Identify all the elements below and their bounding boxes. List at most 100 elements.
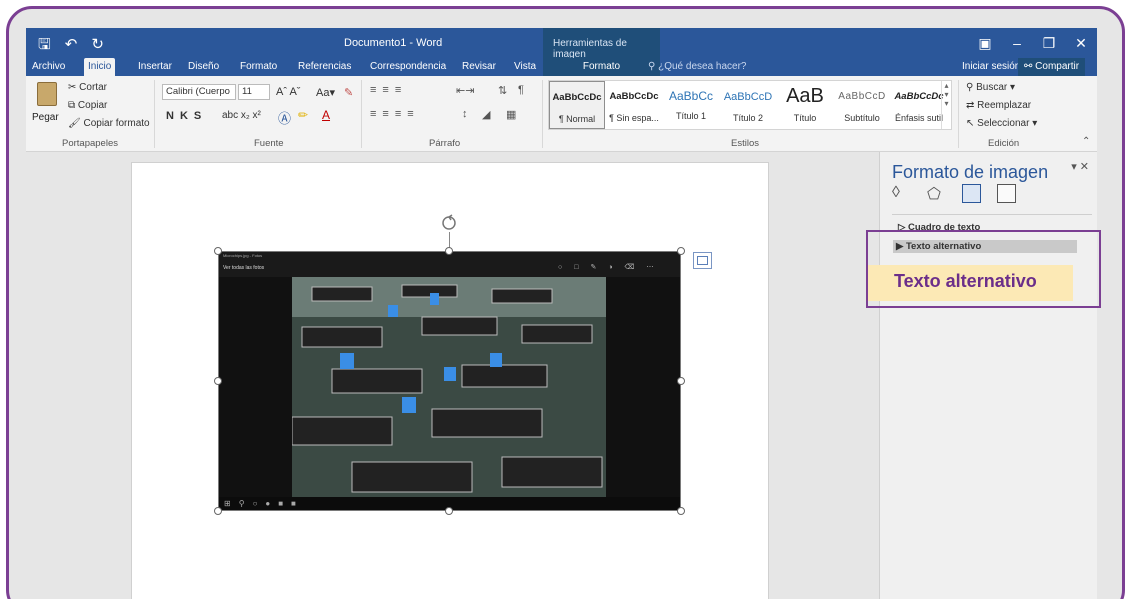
effects-icon[interactable]: ⬠ — [927, 184, 946, 203]
resize-handle[interactable] — [445, 507, 453, 515]
tab-referencias[interactable]: Referencias — [294, 58, 355, 76]
pane-divider — [892, 214, 1092, 215]
tab-formato-imagen[interactable]: Formato — [543, 58, 660, 76]
ribbon: Pegar ✂ Cortar ⧉ Copiar 🖌 Copiar formato… — [26, 76, 1097, 152]
collapse-ribbon-icon[interactable]: ⌃ — [1082, 136, 1090, 147]
style-preview: AaBbCc — [668, 89, 714, 103]
styles-gallery: AaBbCcDc ¶ Normal AaBbCcDc ¶ Sin espa...… — [548, 80, 952, 130]
copy-button[interactable]: ⧉ Copiar — [68, 100, 107, 111]
shading-icon[interactable]: ◢ — [482, 108, 490, 121]
layout-options-button[interactable] — [693, 252, 712, 269]
replace-button[interactable]: ⇄ Reemplazar — [966, 100, 1031, 111]
alignment-buttons[interactable]: ≡≡≡≡ — [370, 108, 420, 120]
clipboard-icon — [37, 82, 57, 106]
share-button[interactable]: ⚯ Compartir — [1018, 58, 1086, 76]
tab-formato[interactable]: Formato — [236, 58, 281, 76]
style-preview: AaBbCcDc — [552, 92, 602, 103]
style-titulo[interactable]: AaB Título — [777, 81, 833, 129]
resize-handle[interactable] — [214, 377, 222, 385]
style-name: Subtítulo — [844, 113, 880, 123]
select-button[interactable]: ↖ Seleccionar ▾ — [966, 118, 1037, 129]
pane-close-icon[interactable]: ▾ ✕ — [1071, 160, 1089, 173]
style-name: ¶ Sin espa... — [609, 113, 659, 123]
style-titulo-1[interactable]: AaBbCc Título 1 — [663, 81, 719, 129]
style-name: ¶ Normal — [558, 114, 596, 124]
copy-label: Copiar — [77, 100, 108, 111]
pane-tab-icons: ◊ ⬠ — [892, 184, 1016, 203]
pane-title: Formato de imagen — [892, 162, 1049, 182]
font-color-icon[interactable]: A — [322, 108, 330, 122]
sign-in-link[interactable]: Iniciar sesión — [962, 58, 1020, 76]
resize-handle[interactable] — [677, 247, 685, 255]
tell-me-text: ¿Qué desea hacer? — [658, 61, 747, 72]
font-name-box[interactable]: Calibri (Cuerpo — [162, 84, 236, 100]
ribbon-display-icon[interactable]: ▣ — [969, 28, 1001, 58]
font-style-buttons[interactable]: NKS — [166, 110, 207, 122]
tab-inicio[interactable]: Inicio — [84, 58, 116, 76]
strike-sub-sup-buttons[interactable]: abc x₂ x² — [222, 110, 261, 121]
indent-buttons[interactable]: ⇤⇥ — [456, 84, 474, 97]
callout-label: Texto alternativo — [868, 265, 1073, 301]
style-enfasis-sutil[interactable]: AaBbCcDc Énfasis sutil — [891, 81, 947, 129]
tab-insertar[interactable]: Insertar — [134, 58, 176, 76]
pilcrow-icon[interactable]: ¶ — [518, 84, 524, 96]
find-label: Buscar — [976, 82, 1008, 93]
font-size-box[interactable]: 11 — [238, 84, 270, 100]
restore-button[interactable]: ❐ — [1033, 28, 1065, 58]
tab-archivo[interactable]: Archivo — [28, 58, 69, 76]
context-group-label: Herramientas de imagen — [543, 28, 660, 60]
replace-label: Reemplazar — [977, 100, 1032, 111]
layout-options-icon — [697, 256, 708, 265]
sort-icon[interactable]: ⇅ — [498, 84, 507, 97]
clipboard-group-label: Portapapeles — [62, 138, 118, 149]
style-name: Título 2 — [732, 113, 763, 123]
resize-handle[interactable] — [445, 247, 453, 255]
picture-icon[interactable] — [997, 184, 1016, 203]
fill-line-icon[interactable]: ◊ — [892, 184, 911, 203]
style-subtitulo[interactable]: AaBbCcD Subtítulo — [834, 81, 890, 129]
tab-diseno[interactable]: Diseño — [184, 58, 223, 76]
line-spacing-icon[interactable]: ↕ — [462, 108, 468, 120]
selection-border — [218, 251, 681, 511]
ribbon-tabs: Archivo Inicio Insertar Diseño Formato R… — [26, 58, 1097, 76]
style-titulo-2[interactable]: AaBbCcD Título 2 — [720, 81, 776, 129]
clear-format-icon[interactable]: ✎ — [344, 86, 353, 99]
ribbon-separator — [154, 80, 155, 148]
style-preview: AaBbCcDc — [894, 91, 944, 102]
style-preview: AaB — [786, 85, 824, 107]
tab-revisar[interactable]: Revisar — [458, 58, 500, 76]
resize-handle[interactable] — [677, 377, 685, 385]
style-sin-espaciado[interactable]: AaBbCcDc ¶ Sin espa... — [606, 81, 662, 129]
highlight-icon[interactable]: ✏ — [298, 108, 308, 122]
ribbon-separator — [958, 80, 959, 148]
borders-icon[interactable]: ▦ — [506, 108, 516, 121]
tell-me-box[interactable]: ⚲ ¿Qué desea hacer? — [648, 58, 747, 76]
select-label: Seleccionar — [977, 118, 1030, 129]
find-button[interactable]: ⚲ Buscar ▾ — [966, 82, 1015, 93]
resize-handle[interactable] — [214, 247, 222, 255]
close-button[interactable]: ✕ — [1065, 28, 1097, 58]
text-effects-icon[interactable]: Ⓐ — [278, 108, 291, 127]
tab-vista[interactable]: Vista — [510, 58, 540, 76]
resize-handle[interactable] — [214, 507, 222, 515]
layout-properties-icon[interactable] — [962, 184, 981, 203]
grow-font-button[interactable]: Aˆ Aˇ — [276, 86, 300, 98]
paste-button[interactable]: Pegar — [32, 82, 62, 134]
change-case-button[interactable]: Aa▾ — [316, 86, 335, 99]
cut-button[interactable]: ✂ Cortar — [68, 82, 107, 93]
tab-correspondencia[interactable]: Correspondencia — [366, 58, 450, 76]
style-normal[interactable]: AaBbCcDc ¶ Normal — [549, 81, 605, 129]
font-group-label: Fuente — [254, 138, 284, 149]
format-painter-button[interactable]: 🖌 Copiar formato — [68, 118, 150, 129]
resize-handle[interactable] — [677, 507, 685, 515]
styles-scroll[interactable]: ▴ ▾ ▾ — [941, 81, 951, 129]
cut-label: Cortar — [79, 82, 107, 93]
list-buttons[interactable]: ≡≡≡ — [370, 84, 407, 96]
style-name: Título — [793, 113, 817, 123]
style-name: Título 1 — [675, 111, 706, 121]
share-label: Compartir — [1035, 61, 1080, 72]
quick-access-toolbar[interactable]: 🖫↶↻ — [38, 34, 118, 59]
minimize-button[interactable]: – — [1001, 28, 1033, 58]
ribbon-separator — [361, 80, 362, 148]
rotate-handle-icon[interactable] — [440, 214, 458, 232]
